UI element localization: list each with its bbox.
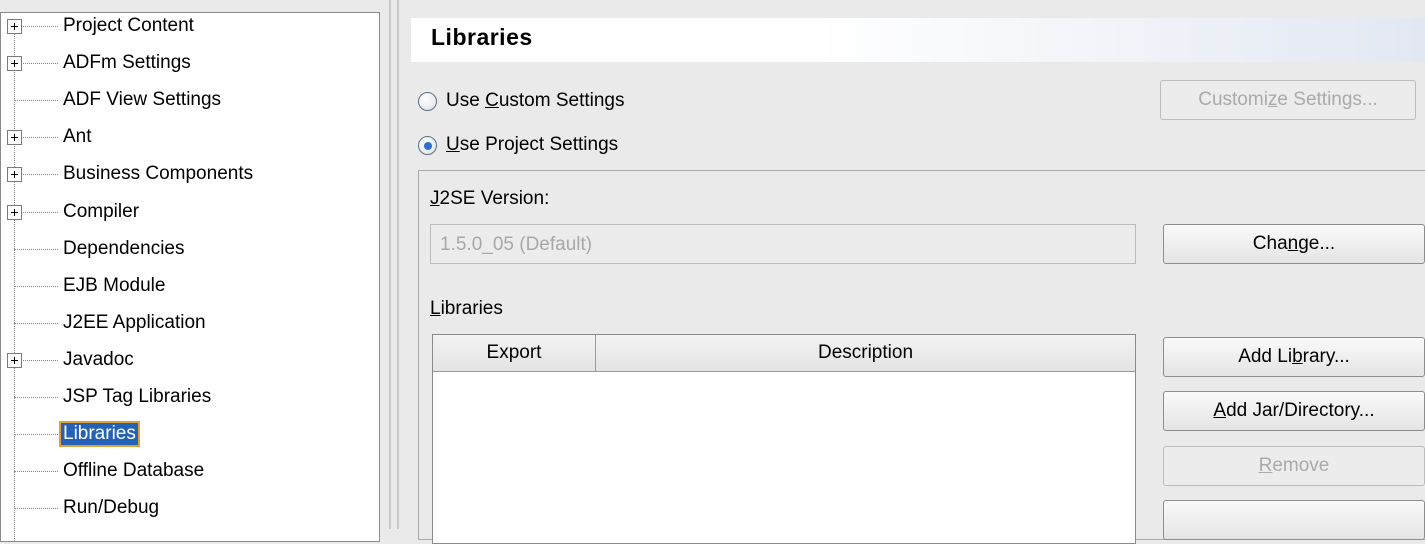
tree-item-label: Run/Debug: [63, 497, 160, 519]
tree-item-label: Project Content: [63, 15, 194, 36]
tree-item-label: ADF View Settings: [63, 89, 222, 111]
libraries-label: Libraries: [430, 298, 503, 319]
j2se-version-label: J2SE Version:: [430, 188, 550, 209]
description-column-header[interactable]: Description: [596, 335, 1135, 372]
tree-connector: [14, 322, 58, 324]
extra-button[interactable]: [1163, 500, 1425, 540]
tree-item[interactable]: ADFm Settings: [1, 45, 379, 82]
tree-connector: [14, 471, 58, 473]
tree-item[interactable]: Business Components: [1, 156, 379, 193]
expand-plus-icon[interactable]: [7, 19, 22, 34]
use-custom-settings-radio[interactable]: Use Custom Settings: [418, 86, 624, 116]
tree-item-label: Libraries: [59, 421, 140, 448]
use-custom-settings-label: Use Custom Settings: [446, 90, 625, 111]
tree-item[interactable]: ADF View Settings: [1, 82, 379, 119]
tree-item[interactable]: J2EE Application: [1, 305, 379, 342]
add-jar-directory-button[interactable]: Add Jar/Directory...: [1163, 391, 1425, 431]
settings-tree[interactable]: Project Content ADFm Settings ADF View Set…: [0, 12, 380, 542]
expand-plus-icon[interactable]: [7, 130, 22, 146]
tree-item[interactable]: Compiler: [1, 194, 379, 231]
export-column-header[interactable]: Export: [433, 335, 596, 372]
tree-connector: [14, 285, 58, 287]
tree-item-label: JSP Tag Libraries: [63, 386, 212, 407]
tree-item-label: Dependencies: [63, 237, 185, 259]
j2se-version-field: 1.5.0_05 (Default): [430, 224, 1136, 264]
tree-connector: [14, 100, 58, 102]
expand-plus-icon[interactable]: [7, 56, 22, 72]
tree-item[interactable]: Offline Database: [1, 453, 379, 490]
tree-item-label: J2EE Application: [63, 311, 206, 333]
customize-settings-button[interactable]: Customi z e Settings...: [1160, 80, 1416, 120]
tree-item-label: Compiler: [63, 200, 140, 222]
tree-connector: [14, 434, 58, 436]
tree-item[interactable]: Run/Debug: [1, 490, 379, 527]
tree-item-label: EJB Module: [63, 274, 166, 296]
splitter-edge: [397, 0, 399, 529]
tree-item-label: Business Components: [63, 163, 254, 185]
change-button[interactable]: Cha n ge...: [1163, 224, 1425, 264]
tree-item[interactable]: JSP Tag Libraries: [1, 379, 379, 416]
tree-item[interactable]: Ant: [1, 119, 379, 156]
tree-item-label: Ant: [63, 126, 92, 148]
tree-connector: [14, 397, 58, 398]
radio-indicator-custom[interactable]: [418, 91, 437, 111]
tree-item[interactable]: Javadoc: [1, 342, 379, 379]
tree-item[interactable]: Libraries: [1, 416, 379, 453]
remove-button[interactable]: Remove: [1163, 446, 1425, 486]
expand-plus-icon[interactable]: [7, 167, 22, 183]
tree-item-label: Offline Database: [63, 460, 205, 482]
page-header: Libraries: [411, 18, 1425, 62]
tree-item-label: Javadoc: [63, 348, 134, 370]
expand-plus-icon[interactable]: [7, 204, 22, 220]
radio-indicator-project[interactable]: [418, 135, 437, 155]
add-library-button[interactable]: Add Li b rary...: [1163, 337, 1425, 377]
page-title: Libraries: [431, 24, 533, 50]
tree-item[interactable]: EJB Module: [1, 268, 379, 305]
use-project-settings-label: Use Project Settings: [446, 134, 619, 155]
tree-item[interactable]: Project Content: [1, 8, 379, 45]
tree-connector: [14, 508, 58, 510]
use-project-settings-radio[interactable]: Use Project Settings: [418, 130, 618, 160]
libraries-table[interactable]: Export Description: [432, 334, 1136, 544]
splitter[interactable]: [389, 0, 391, 529]
tree-item[interactable]: Dependencies: [1, 231, 379, 268]
tree-connector: [14, 248, 58, 250]
expand-plus-icon[interactable]: [7, 352, 22, 368]
tree-item-label: ADFm Settings: [63, 52, 191, 74]
